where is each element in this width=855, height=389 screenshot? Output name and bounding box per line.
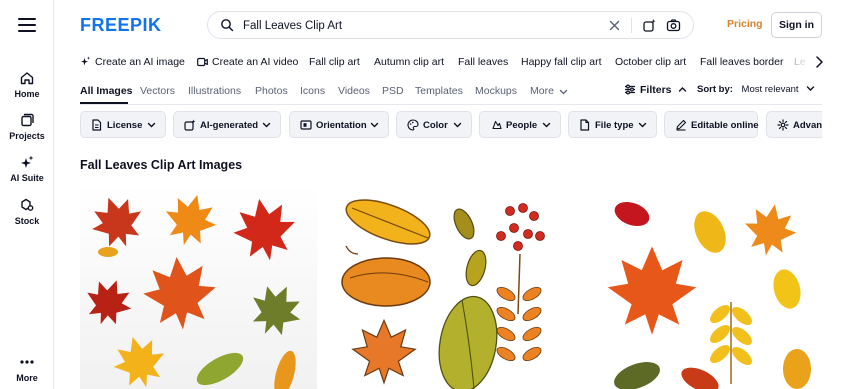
quick-link-fall-leaves[interactable]: Fall leaves: [458, 56, 508, 68]
search-divider: [631, 18, 632, 33]
rail-label-projects: Projects: [9, 131, 45, 141]
chip-advanced[interactable]: Advanced: [766, 111, 822, 138]
tab-icons[interactable]: Icons: [300, 85, 325, 97]
maple-leaves-illustration: [80, 184, 317, 389]
chevron-down-icon: [262, 122, 271, 128]
freepik-logo[interactable]: FREEPIK: [80, 14, 172, 36]
chip-editable-online[interactable]: Editable online: [664, 111, 759, 138]
rail-item-more[interactable]: More: [0, 354, 54, 383]
quick-links-fade: [790, 52, 812, 74]
filters-label: Filters: [640, 84, 672, 96]
quick-link-fall-leaves-border[interactable]: Fall leaves border: [700, 56, 783, 68]
filters-toggle[interactable]: Filters: [624, 84, 687, 96]
chevron-down-icon: [147, 122, 156, 128]
filter-chips-row: License AI-generated Orientation Color P…: [80, 111, 822, 139]
quick-link-autumn-clip-art[interactable]: Autumn clip art: [374, 56, 444, 68]
sort-value: Most relevant: [741, 84, 799, 95]
chevron-down-icon: [453, 122, 462, 128]
chevron-down-icon: [542, 122, 551, 128]
orientation-icon: [300, 120, 312, 130]
tab-vectors[interactable]: Vectors: [140, 85, 175, 97]
chip-color-label: Color: [423, 120, 448, 131]
logo-text: FREEPIK: [80, 15, 162, 35]
tab-templates[interactable]: Templates: [415, 85, 463, 97]
chevron-down-icon: [638, 122, 647, 128]
tabs-divider: [80, 104, 822, 105]
rail-item-ai-suite[interactable]: AI Suite: [0, 154, 54, 183]
menu-icon[interactable]: [17, 16, 37, 34]
fall-leaves-set-illustration: [592, 184, 822, 389]
chip-ai-generated[interactable]: AI-generated: [173, 111, 281, 138]
rail-label-more: More: [16, 373, 38, 383]
image-card-2[interactable]: [336, 184, 573, 389]
chip-people-label: People: [506, 120, 538, 131]
rail-item-projects[interactable]: Projects: [0, 112, 54, 141]
tab-photos[interactable]: Photos: [255, 85, 288, 97]
quick-link-ai-video[interactable]: Create an AI video: [212, 56, 298, 68]
ai-search-icon[interactable]: [642, 18, 657, 33]
sliders-icon: [625, 84, 635, 95]
file-icon: [580, 119, 590, 131]
autumn-set-illustration: [336, 184, 573, 389]
tab-illustrations[interactable]: Illustrations: [188, 85, 241, 97]
sign-in-button[interactable]: Sign in: [771, 12, 822, 38]
pricing-link[interactable]: Pricing: [727, 18, 763, 30]
tab-videos[interactable]: Videos: [338, 85, 370, 97]
ai-image-sparkle-icon: [81, 56, 90, 66]
more-dots-icon: [20, 360, 34, 364]
license-icon: [92, 119, 102, 131]
stock-icon: [21, 198, 34, 211]
chevron-down-icon: [370, 122, 379, 128]
image-card-1[interactable]: [80, 184, 317, 389]
projects-icon: [21, 113, 34, 127]
sparkle-icon: [21, 155, 34, 168]
tab-mockups[interactable]: Mockups: [475, 85, 517, 97]
left-rail: Home Projects AI Suite Stock More: [0, 0, 54, 389]
rail-item-home[interactable]: Home: [0, 70, 54, 99]
home-icon: [20, 72, 34, 85]
chevron-up-icon: [679, 87, 687, 92]
chip-file-type[interactable]: File type: [568, 111, 657, 138]
camera-search-icon[interactable]: [666, 18, 681, 33]
chevron-down-icon: [559, 89, 568, 95]
chip-editable-online-label: Editable online: [691, 120, 759, 131]
chip-people[interactable]: People: [479, 111, 561, 138]
search-bar[interactable]: [207, 11, 694, 39]
chip-license-label: License: [107, 120, 143, 131]
chip-orientation-label: Orientation: [316, 120, 367, 131]
rail-label-stock: Stock: [14, 216, 40, 226]
quick-link-fall-clip-art[interactable]: Fall clip art: [309, 56, 360, 68]
image-card-3[interactable]: [592, 184, 822, 389]
chip-license[interactable]: License: [80, 111, 166, 138]
gear-icon: [777, 119, 789, 131]
sort-dropdown[interactable]: Sort by: Most relevant: [697, 84, 815, 95]
tab-all-images[interactable]: All Images: [80, 85, 133, 97]
people-icon: [492, 120, 502, 130]
rail-label-home: Home: [14, 89, 40, 99]
tab-more[interactable]: More: [530, 85, 554, 97]
palette-icon: [407, 119, 419, 131]
quick-link-ai-image[interactable]: Create an AI image: [95, 56, 185, 68]
sort-chevron-down-icon: [807, 86, 815, 91]
rail-item-stock[interactable]: Stock: [0, 197, 54, 226]
search-input[interactable]: [243, 16, 573, 36]
clear-search-icon[interactable]: [608, 19, 621, 32]
chip-ai-generated-label: AI-generated: [200, 120, 259, 131]
sort-label: Sort by:: [697, 84, 733, 95]
chip-orientation[interactable]: Orientation: [289, 111, 389, 138]
rail-label-ai-suite: AI Suite: [10, 173, 44, 183]
chip-file-type-label: File type: [595, 120, 634, 131]
pencil-icon: [676, 119, 687, 131]
search-icon: [221, 19, 234, 32]
quick-link-october-clip-art[interactable]: October clip art: [615, 56, 686, 68]
results-heading: Fall Leaves Clip Art Images: [80, 158, 243, 172]
chevron-right-icon[interactable]: [813, 55, 825, 69]
chip-advanced-label: Advanced: [793, 120, 822, 131]
tab-psd[interactable]: PSD: [382, 85, 404, 97]
video-icon: [197, 57, 208, 67]
ai-icon: [184, 119, 196, 131]
quick-link-happy-fall-clip-art[interactable]: Happy fall clip art: [521, 56, 602, 68]
chip-color[interactable]: Color: [396, 111, 472, 138]
